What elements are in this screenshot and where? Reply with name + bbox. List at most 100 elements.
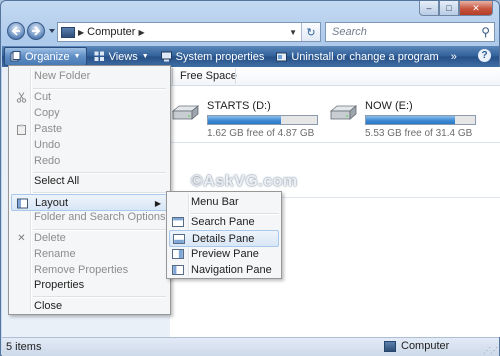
uninstall-label: Uninstall or change a program xyxy=(291,50,439,63)
group-divider xyxy=(170,142,500,143)
back-arrow-icon xyxy=(11,26,20,36)
address-history-dropdown[interactable]: ▼ xyxy=(289,28,297,37)
menu-item-label: Close xyxy=(34,300,63,312)
system-properties-button[interactable]: System properties xyxy=(156,47,270,66)
menu-item-rename[interactable]: Rename xyxy=(11,246,168,263)
forward-arrow-icon xyxy=(32,26,41,36)
maximize-button[interactable]: □ xyxy=(439,1,459,16)
submenu-item-preview-pane[interactable]: Preview Pane xyxy=(169,246,279,263)
menu-item-properties[interactable]: Properties xyxy=(11,277,168,294)
column-headers: Free Space xyxy=(170,67,500,86)
menu-item-select-all[interactable]: Select All xyxy=(11,173,168,190)
drive-usage-fill xyxy=(366,116,456,124)
minimize-button[interactable]: – xyxy=(419,1,439,16)
search-box[interactable]: ⚲ xyxy=(325,22,495,42)
hard-drive-icon xyxy=(329,105,358,120)
system-properties-icon xyxy=(160,51,172,62)
views-icon xyxy=(94,51,104,61)
item-count: 5 items xyxy=(6,341,42,353)
organize-label: Organize xyxy=(25,50,70,63)
forward-button[interactable] xyxy=(27,22,45,40)
search-input[interactable] xyxy=(330,25,474,39)
menu-item-undo[interactable]: Undo xyxy=(11,137,168,154)
back-button[interactable] xyxy=(7,22,25,40)
drive-free-space: 1.62 GB free of 4.87 GB xyxy=(207,128,315,139)
column-divider[interactable] xyxy=(235,68,236,84)
breadcrumb-separator[interactable]: ▶ xyxy=(78,28,84,37)
chevron-down-icon: ▼ xyxy=(141,53,149,60)
more-commands-button[interactable]: » xyxy=(446,47,462,66)
submenu-item-menu-bar[interactable]: Menu Bar xyxy=(169,194,279,211)
menu-item-label: New Folder xyxy=(34,70,91,82)
submenu-item-search-pane[interactable]: Search Pane xyxy=(169,214,279,231)
organize-icon xyxy=(10,51,21,62)
menu-item-folder-search-options[interactable]: Folder and Search Options xyxy=(11,209,168,226)
menu-item-label: Redo xyxy=(34,155,61,167)
menu-item-close[interactable]: Close xyxy=(11,298,168,315)
resize-grip-icon[interactable]: ⋰⋰ xyxy=(483,346,498,355)
menu-item-new-folder[interactable]: New Folder xyxy=(11,68,168,85)
drive-usage-bar xyxy=(207,115,318,125)
drive-item[interactable]: NOW (E:) 5.53 GB free of 31.4 GB xyxy=(328,100,476,140)
menu-item-label: Paste xyxy=(34,123,63,135)
scissors-icon xyxy=(16,92,27,103)
menu-item-label: Delete xyxy=(34,232,66,244)
menu-item-label: Properties xyxy=(34,279,85,291)
menu-item-cut[interactable]: Cut xyxy=(11,89,168,106)
hard-drive-icon xyxy=(171,105,200,120)
organize-button[interactable]: Organize ▼ xyxy=(4,47,87,66)
views-label: Views xyxy=(108,50,138,63)
search-pane-icon xyxy=(172,217,184,227)
status-bar: 5 items Computer ⋰⋰ xyxy=(2,337,499,356)
clipboard-icon xyxy=(17,124,26,135)
navigation-pane-icon xyxy=(172,265,184,275)
menu-item-label: Rename xyxy=(34,248,76,260)
preview-pane-icon xyxy=(172,249,184,259)
menu-item-label: Menu Bar xyxy=(191,196,239,208)
views-button[interactable]: Views ▼ xyxy=(89,47,154,66)
uninstall-program-button[interactable]: Uninstall or change a program xyxy=(271,47,443,66)
uninstall-icon xyxy=(276,52,288,62)
refresh-button[interactable]: ↻ xyxy=(301,23,320,41)
details-pane-icon xyxy=(173,234,185,244)
menu-item-label: Cut xyxy=(34,91,52,103)
layout-icon xyxy=(17,198,28,209)
submenu-item-details-pane[interactable]: Details Pane xyxy=(169,230,279,247)
more-chevron-icon: » xyxy=(450,50,457,63)
menu-item-label: Undo xyxy=(34,139,61,151)
column-header-free-space[interactable]: Free Space xyxy=(172,67,237,85)
refresh-icon: ↻ xyxy=(306,26,316,39)
layout-submenu: Menu Bar Search Pane Details Pane Previe… xyxy=(166,191,282,279)
system-properties-label: System properties xyxy=(175,50,265,63)
drive-item[interactable]: STARTS (D:) 1.62 GB free of 4.87 GB xyxy=(170,100,318,140)
recent-pages-dropdown[interactable] xyxy=(49,29,55,33)
explorer-window: – □ ✕ ▶ Computer ▶ ▼ ↻ ⚲ xyxy=(0,0,500,356)
search-icon[interactable]: ⚲ xyxy=(481,25,490,39)
delete-icon: ✕ xyxy=(17,233,26,244)
breadcrumb-computer[interactable]: Computer xyxy=(87,26,135,38)
drive-usage-bar xyxy=(365,115,476,125)
menu-item-delete[interactable]: ✕ Delete xyxy=(11,230,168,247)
menu-item-copy[interactable]: Copy xyxy=(11,105,168,122)
drive-name: NOW (E:) xyxy=(365,100,413,112)
chevron-down-icon: ▼ xyxy=(73,53,81,60)
caption-buttons: – □ ✕ xyxy=(419,1,493,16)
menu-item-paste[interactable]: Paste xyxy=(11,121,168,138)
address-bar[interactable]: ▶ Computer ▶ ▼ ↻ xyxy=(57,22,321,42)
menu-item-redo[interactable]: Redo xyxy=(11,153,168,170)
close-window-button[interactable]: ✕ xyxy=(459,1,493,16)
drive-usage-fill xyxy=(208,116,282,124)
menu-item-label: Folder and Search Options xyxy=(34,211,166,223)
menu-item-label: Copy xyxy=(34,107,60,119)
menu-item-label: Preview Pane xyxy=(191,248,259,260)
menu-item-label: Navigation Pane xyxy=(191,264,272,276)
menu-item-label: Search Pane xyxy=(191,216,255,228)
status-location: Computer xyxy=(384,340,449,352)
breadcrumb-separator[interactable]: ▶ xyxy=(138,28,144,37)
help-icon[interactable]: ? xyxy=(478,49,491,62)
computer-icon xyxy=(61,26,75,38)
organize-menu: New Folder Cut Copy Paste Undo Redo Sele… xyxy=(8,65,171,315)
submenu-item-navigation-pane[interactable]: Navigation Pane xyxy=(169,262,279,279)
status-location-label: Computer xyxy=(401,340,450,352)
drive-free-space: 5.53 GB free of 31.4 GB xyxy=(365,128,473,139)
